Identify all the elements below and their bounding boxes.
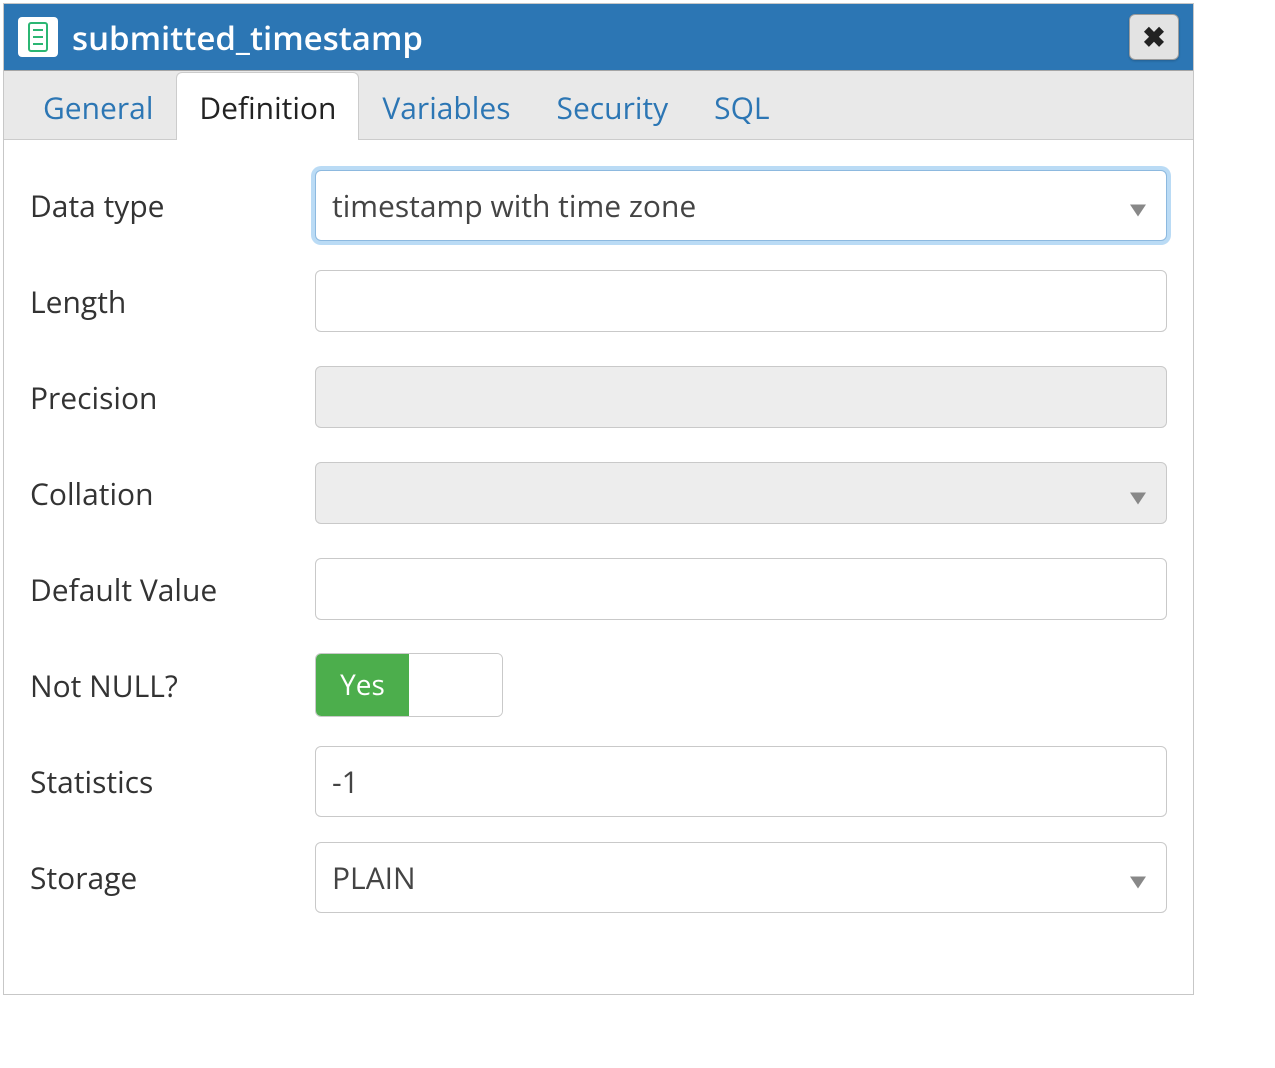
row-data-type: Data type timestamp with time zone — [30, 166, 1167, 244]
statistics-input[interactable]: -1 — [315, 746, 1167, 817]
tab-sql[interactable]: SQL — [691, 72, 792, 140]
label-length: Length — [30, 281, 315, 322]
default-value-input[interactable] — [315, 558, 1167, 620]
row-not-null: Not NULL? Yes — [30, 646, 1167, 724]
toggle-off — [409, 654, 502, 716]
column-properties-dialog: submitted_timestamp ✖ General Definition… — [3, 3, 1194, 995]
chevron-down-icon — [1130, 473, 1146, 514]
row-storage: Storage PLAIN — [30, 838, 1167, 916]
precision-input — [315, 366, 1167, 428]
length-input[interactable] — [315, 270, 1167, 332]
row-length: Length — [30, 262, 1167, 340]
statistics-value: -1 — [332, 761, 359, 802]
tab-security[interactable]: Security — [534, 72, 692, 140]
row-collation: Collation — [30, 454, 1167, 532]
label-collation: Collation — [30, 473, 315, 514]
label-data-type: Data type — [30, 185, 315, 226]
label-precision: Precision — [30, 377, 315, 418]
label-statistics: Statistics — [30, 761, 315, 802]
storage-select[interactable]: PLAIN — [315, 842, 1167, 913]
data-type-select[interactable]: timestamp with time zone — [315, 170, 1167, 241]
row-statistics: Statistics -1 — [30, 742, 1167, 820]
chevron-down-icon — [1130, 857, 1146, 898]
toggle-on: Yes — [316, 654, 409, 716]
label-default-value: Default Value — [30, 569, 315, 610]
label-not-null: Not NULL? — [30, 665, 315, 706]
definition-form: Data type timestamp with time zone Lengt… — [4, 140, 1193, 994]
column-icon — [18, 17, 58, 57]
label-storage: Storage — [30, 857, 315, 898]
tab-definition[interactable]: Definition — [176, 72, 359, 140]
tabs-container: General Definition Variables Security SQ… — [4, 70, 1193, 994]
close-icon: ✖ — [1142, 23, 1165, 51]
tabs: General Definition Variables Security SQ… — [4, 71, 1193, 140]
chevron-down-icon — [1130, 185, 1146, 226]
not-null-toggle[interactable]: Yes — [315, 653, 503, 717]
storage-value: PLAIN — [332, 857, 416, 898]
data-type-value: timestamp with time zone — [332, 185, 696, 226]
tab-general[interactable]: General — [20, 72, 176, 140]
tab-variables[interactable]: Variables — [359, 72, 533, 140]
close-button[interactable]: ✖ — [1129, 14, 1179, 60]
row-precision: Precision — [30, 358, 1167, 436]
row-default-value: Default Value — [30, 550, 1167, 628]
collation-select — [315, 462, 1167, 524]
dialog-title: submitted_timestamp — [72, 15, 1115, 60]
titlebar: submitted_timestamp ✖ — [4, 4, 1193, 70]
